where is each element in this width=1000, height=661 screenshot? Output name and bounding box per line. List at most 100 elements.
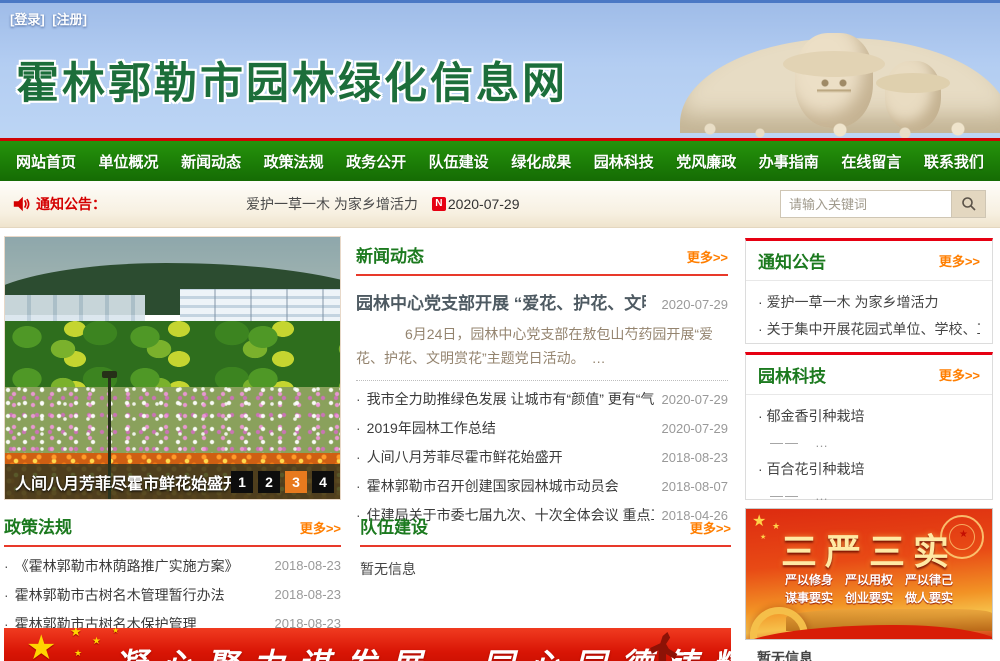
policy-section: 政策法规 更多>> · 《霍林郭勒市林荫路推广实施方案》 2018-08-23 … (4, 513, 341, 638)
news-item-text: 人间八月芳菲尽霍市鲜花始盛开 (367, 447, 654, 467)
promo-banner-line2: 谋事要实 创业要实 做人要实 (746, 589, 992, 606)
nav-item-team[interactable]: 队伍建设 (429, 151, 489, 172)
new-badge-icon: N (432, 197, 446, 211)
policy-more-link[interactable]: 更多>> (300, 518, 341, 537)
pager-3-active[interactable]: 3 (285, 471, 307, 493)
star-icon: ★ (26, 628, 56, 661)
slider-caption-link[interactable]: 人间八月芳菲尽霍市鲜花始盛开 (15, 470, 239, 494)
slider-flower-field (5, 387, 340, 453)
news-item-date: 2020-07-29 (662, 392, 729, 407)
photo-slider[interactable]: 人间八月芳菲尽霍市鲜花始盛开 1 2 3 4 (4, 236, 341, 500)
news-more-link[interactable]: 更多>> (687, 247, 728, 266)
nav-item-news[interactable]: 新闻动态 (181, 151, 241, 172)
team-section: 队伍建设 更多>> 暂无信息 (360, 513, 731, 579)
bullet-icon: · (356, 449, 361, 465)
tech-box-item-sub: —— … (758, 430, 980, 456)
featured-news-date: 2020-07-29 (662, 297, 729, 312)
news-list: · 我市全力助推绿色发展 让城市有“颜值” 更有“气质” 2020-07-29 … (356, 385, 728, 530)
auth-links: [登录] [注册] (10, 9, 91, 28)
star-icon: ★ (74, 648, 82, 659)
team-empty-text: 暂无信息 (360, 559, 731, 579)
team-more-link[interactable]: 更多>> (690, 518, 731, 537)
policy-item-date: 2018-08-23 (275, 587, 342, 602)
policy-list: · 《霍林郭勒市林荫路推广实施方案》 2018-08-23 · 霍林郭勒市古树名… (4, 551, 341, 638)
nav-item-contact[interactable]: 联系我们 (924, 151, 984, 172)
tech-box-more-link[interactable]: 更多>> (939, 365, 980, 384)
news-list-item[interactable]: · 我市全力助推绿色发展 让城市有“颜值” 更有“气质” 2020-07-29 (356, 385, 728, 414)
policy-divider (4, 545, 341, 547)
notice-bar: 通知公告： 爱护一草一木 为家乡增活力 N 2020-07-29 (0, 181, 1000, 228)
policy-item-text: 霍林郭勒市古树名木管理暂行办法 (15, 585, 267, 605)
register-link[interactable]: [注册] (52, 12, 87, 27)
news-divider (356, 274, 728, 276)
banner-calligraphy-text: 凝心聚力谋发展 同心同德铸辉煌 (114, 640, 731, 661)
policy-list-item[interactable]: · 霍林郭勒市古树名木管理暂行办法 2018-08-23 (4, 580, 341, 609)
sidebar-empty-text: 暂无信息 (757, 648, 813, 661)
login-link[interactable]: [登录] (10, 12, 45, 27)
bullet-icon: · (4, 558, 9, 574)
bullet-icon: · (356, 478, 361, 494)
nav-item-greening[interactable]: 绿化成果 (511, 151, 571, 172)
nav-item-party[interactable]: 党风廉政 (676, 151, 736, 172)
search-button[interactable] (952, 190, 986, 218)
pager-4[interactable]: 4 (312, 471, 334, 493)
tech-box-item[interactable]: · 百合花引种栽培 (758, 456, 980, 483)
three-stricts-banner[interactable]: ★ ★ ★ ★ 三严三实 严以修身 严以用权 严以律己 谋事要实 创业要实 做人… (745, 508, 993, 640)
speaker-icon (12, 195, 30, 213)
tech-box-item[interactable]: · 郁金香引种栽培 (758, 403, 980, 430)
promo-banner-line1: 严以修身 严以用权 严以律己 (746, 571, 992, 588)
nav-item-gov-affairs[interactable]: 政务公开 (346, 151, 406, 172)
statue-head-large (795, 33, 873, 128)
notice-item-link[interactable]: 爱护一草一木 为家乡增活力 (246, 194, 418, 214)
nav-item-home[interactable]: 网站首页 (16, 151, 76, 172)
news-item-text: 2019年园林工作总结 (367, 418, 654, 438)
featured-news-link[interactable]: 园林中心党支部开展 “爱花、护花、文明… (356, 289, 646, 314)
nav-item-tech[interactable]: 园林科技 (594, 151, 654, 172)
policy-item-text: 《霍林郭勒市林荫路推广实施方案》 (15, 556, 267, 576)
bottom-red-banner[interactable]: ★ ★ ★ ★ ★ 凝心聚力谋发展 同心同德铸辉煌 (4, 628, 731, 661)
search-area (780, 190, 986, 218)
main-nav: 网站首页 单位概况 新闻动态 政策法规 政务公开 队伍建设 绿化成果 园林科技 … (0, 138, 1000, 181)
pager-1[interactable]: 1 (231, 471, 253, 493)
news-item-date: 2020-07-29 (662, 421, 729, 436)
slider-trees (5, 321, 340, 391)
notice-item-date: 2020-07-29 (448, 196, 520, 212)
genghis-khan-statues-image (690, 3, 1000, 138)
policy-item-date: 2018-08-23 (275, 558, 342, 573)
search-input[interactable] (780, 190, 952, 218)
news-item-date: 2018-08-07 (662, 479, 729, 494)
tech-box-title: 园林科技 (758, 362, 826, 387)
site-header: [登录] [注册] 霍林郭勒市园林绿化信息网 (0, 0, 1000, 138)
nav-item-guide[interactable]: 办事指南 (759, 151, 819, 172)
news-list-item[interactable]: · 人间八月芳菲尽霍市鲜花始盛开 2018-08-23 (356, 443, 728, 472)
notice-label: 通知公告： (36, 194, 106, 214)
site-title: 霍林郭勒市园林绿化信息网 (16, 49, 568, 111)
nav-item-message[interactable]: 在线留言 (841, 151, 901, 172)
notice-box-more-link[interactable]: 更多>> (939, 251, 980, 270)
notice-box-title: 通知公告 (758, 248, 826, 273)
news-list-item[interactable]: · 霍林郭勒市召开创建国家园林城市动员会 2018-08-07 (356, 472, 728, 501)
nav-item-about[interactable]: 单位概况 (99, 151, 159, 172)
star-icon: ★ (112, 628, 119, 635)
notice-box: 通知公告 更多>> · 爱护一草一木 为家乡增活力 · 关于集中开展花园式单位、… (745, 238, 993, 344)
star-icon: ★ (92, 636, 101, 647)
star-icon: ★ (70, 628, 82, 640)
team-section-title: 队伍建设 (360, 513, 428, 538)
notice-box-item[interactable]: · 关于集中开展花园式单位、学校、工厂... (758, 316, 980, 343)
news-section-title: 新闻动态 (356, 242, 424, 267)
news-list-item[interactable]: · 2019年园林工作总结 2020-07-29 (356, 414, 728, 443)
nav-item-policy[interactable]: 政策法规 (264, 151, 324, 172)
news-item-text: 霍林郭勒市召开创建国家园林城市动员会 (367, 476, 654, 496)
bullet-icon: · (356, 391, 361, 407)
featured-news-summary: 6月24日，园林中心党支部在敖包山芍药园开展“爱花、护花、文明赏花”主题党日活动… (356, 323, 728, 371)
policy-section-title: 政策法规 (4, 513, 72, 538)
bullet-icon: · (356, 420, 361, 436)
promo-banner-title: 三严三实 (746, 523, 992, 575)
tech-box-item-sub: —— … (758, 483, 980, 509)
policy-list-item[interactable]: · 《霍林郭勒市林荫路推广实施方案》 2018-08-23 (4, 551, 341, 580)
notice-box-item[interactable]: · 爱护一草一木 为家乡增活力 (758, 289, 980, 316)
team-divider (360, 545, 731, 547)
news-section: 新闻动态 更多>> 园林中心党支部开展 “爱花、护花、文明… 2020-07-2… (356, 242, 728, 530)
bullet-icon: · (4, 587, 9, 603)
pager-2[interactable]: 2 (258, 471, 280, 493)
